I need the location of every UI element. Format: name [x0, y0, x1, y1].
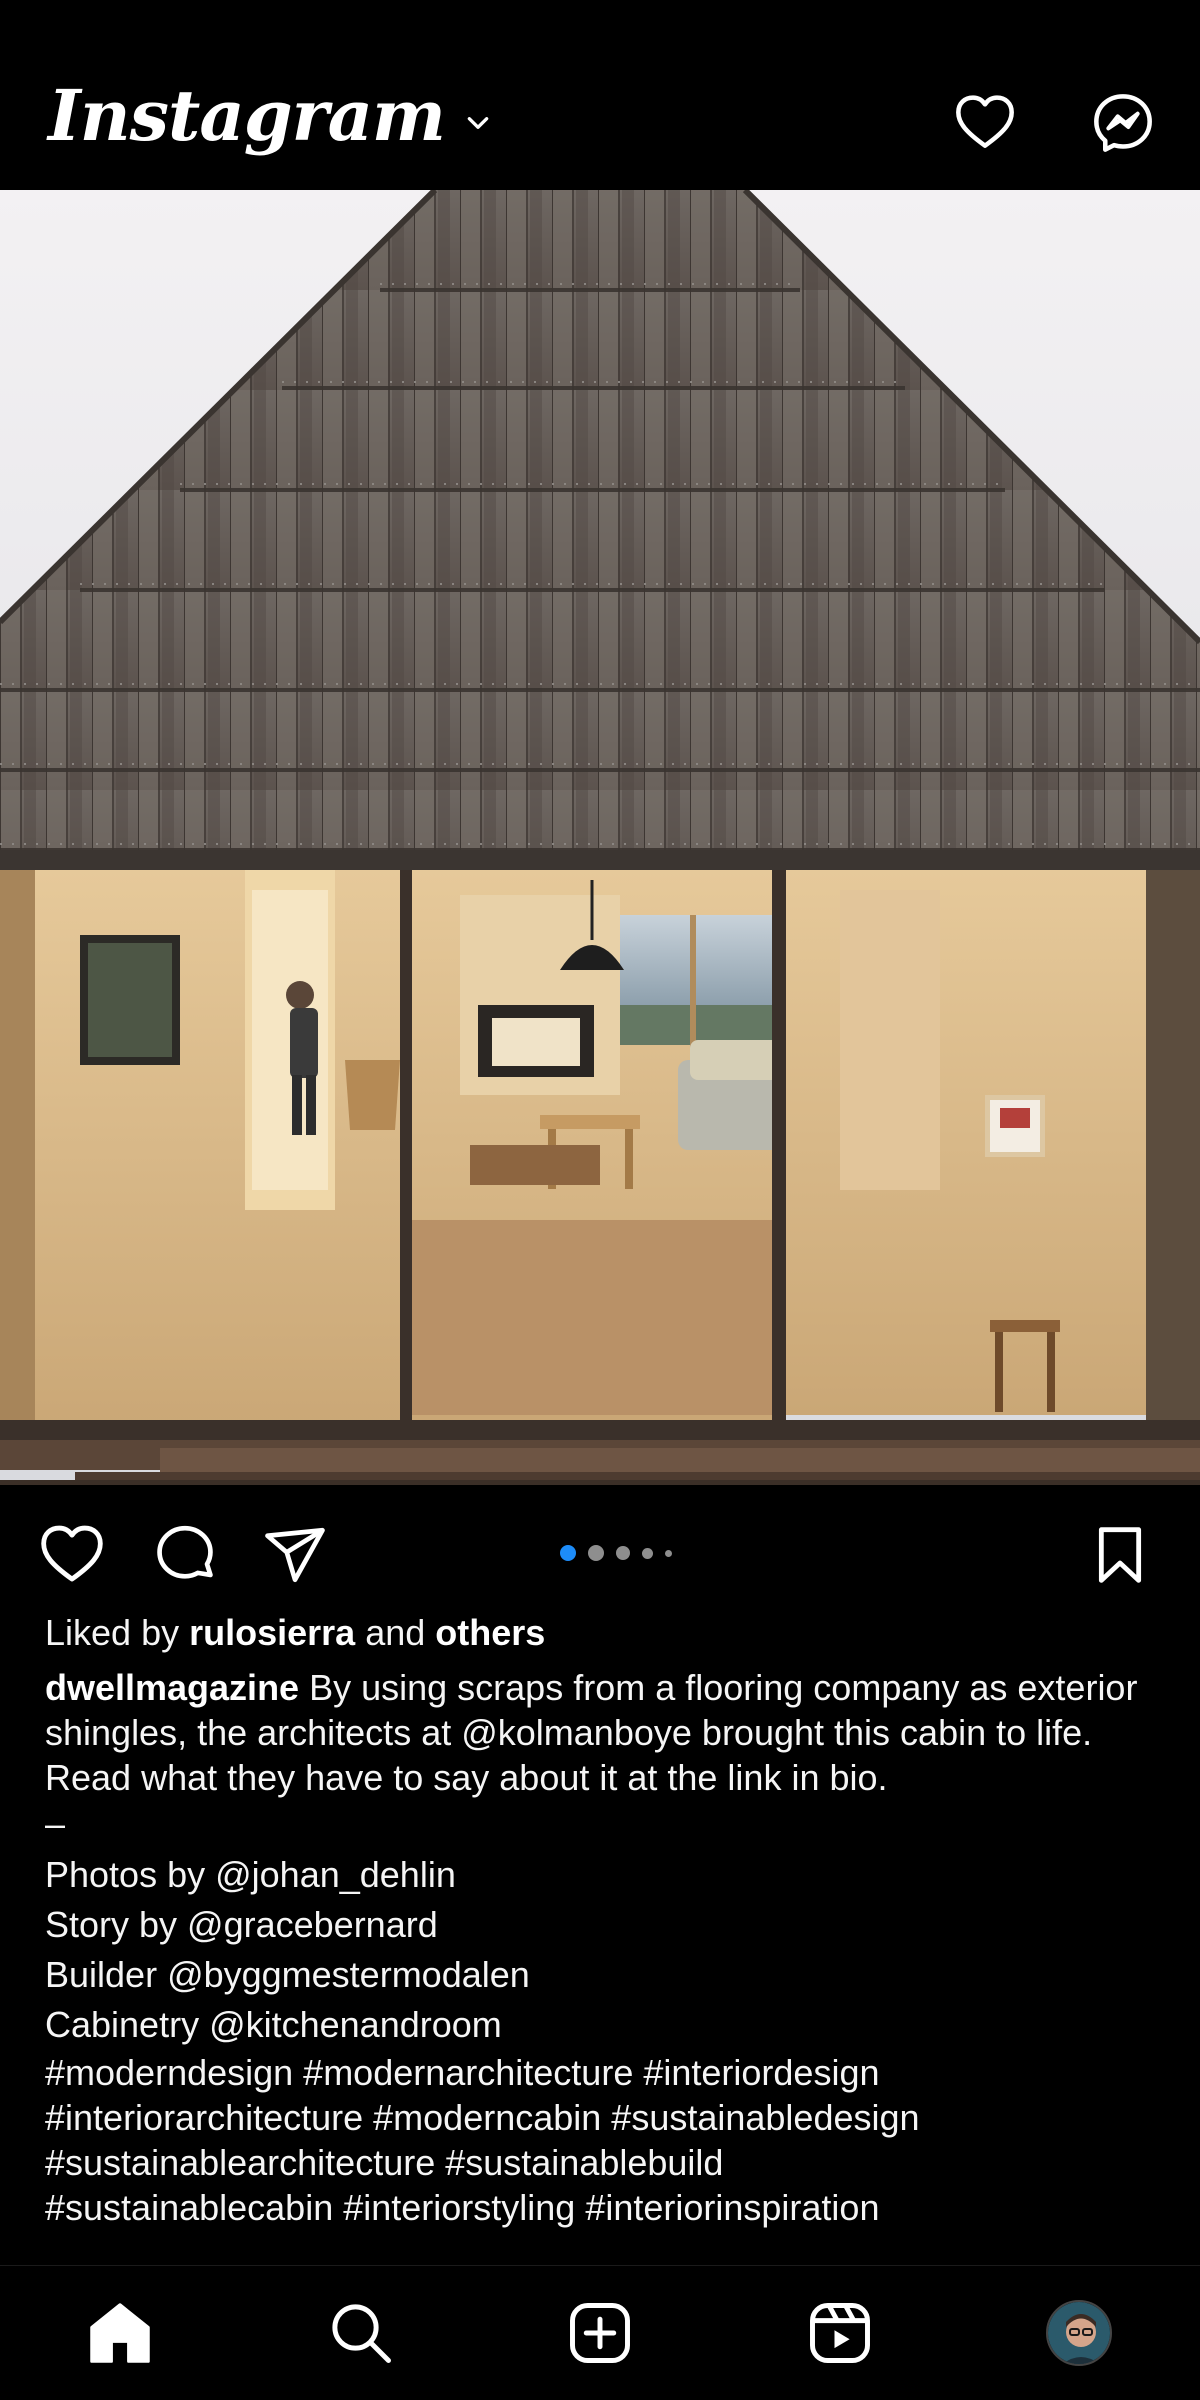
post-actions: [0, 1485, 1200, 1615]
messenger-button[interactable]: [1088, 88, 1158, 158]
save-button[interactable]: [1080, 1515, 1160, 1595]
heart-icon: [956, 95, 1014, 148]
credit-line[interactable]: Cabinetry @kitchenandroom: [45, 2000, 1165, 2050]
carousel-dot: [665, 1549, 672, 1557]
home-icon: [90, 2303, 150, 2363]
instagram-logo: Instagram: [48, 74, 446, 157]
author-username[interactable]: dwellmagazine: [45, 1667, 299, 1708]
create-icon: [570, 2303, 630, 2363]
logo-switcher[interactable]: Instagram: [48, 74, 491, 157]
bookmark-icon: [1098, 1527, 1142, 1583]
cabin-photo-illustration: [0, 190, 1200, 1485]
carousel-indicator: [560, 1545, 672, 1561]
comment-button[interactable]: [145, 1515, 225, 1595]
reels-icon: [810, 2303, 870, 2363]
nav-search[interactable]: [318, 2290, 404, 2376]
caption-credits: Photos by @johan_dehlin Story by @graceb…: [45, 1850, 1165, 2050]
carousel-dot: [560, 1545, 576, 1561]
heart-icon: [41, 1525, 103, 1582]
nav-create[interactable]: [557, 2290, 643, 2376]
caption-hashtags: #moderndesign #modernarchitecture #inter…: [45, 2050, 1165, 2230]
hashtag-line[interactable]: #sustainablearchitecture #sustainablebui…: [45, 2140, 1165, 2185]
liker-username[interactable]: rulosierra: [189, 1612, 355, 1653]
avatar: [1046, 2300, 1112, 2366]
credit-line[interactable]: Story by @gracebernard: [45, 1900, 1165, 1950]
chevron-down-icon: [467, 116, 489, 129]
messenger-icon: [1094, 94, 1152, 152]
nav-profile[interactable]: [1036, 2290, 1122, 2376]
caption-separator: –: [45, 1803, 66, 1844]
bottom-navigation: [0, 2265, 1200, 2400]
like-button[interactable]: [32, 1515, 112, 1595]
post-photo[interactable]: [0, 190, 1200, 1485]
credit-line[interactable]: Builder @byggmestermodalen: [45, 1950, 1165, 2000]
share-button[interactable]: [255, 1515, 335, 1595]
post-caption: Liked by rulosierra and others dwellmaga…: [45, 1610, 1165, 2230]
hashtag-line[interactable]: #interiorarchitecture #moderncabin #sust…: [45, 2095, 1165, 2140]
carousel-dot: [616, 1546, 630, 1560]
likes-summary[interactable]: Liked by rulosierra and others: [45, 1610, 1165, 1655]
nav-home[interactable]: [77, 2290, 163, 2376]
hashtag-line[interactable]: #moderndesign #modernarchitecture #inter…: [45, 2050, 1165, 2095]
app-header: Instagram: [0, 0, 1200, 190]
paper-plane-icon: [265, 1527, 325, 1583]
comment-icon: [157, 1525, 213, 1579]
mention-link[interactable]: @kolmanboye: [461, 1712, 692, 1753]
carousel-dot: [588, 1545, 604, 1561]
profile-avatar: [1048, 2302, 1110, 2364]
likes-others[interactable]: others: [435, 1612, 545, 1653]
carousel-dot: [642, 1547, 653, 1559]
nav-reels[interactable]: [797, 2290, 883, 2376]
caption-text: dwellmagazine By using scraps from a flo…: [45, 1667, 1138, 1798]
hashtag-line[interactable]: #sustainablecabin #interiorstyling #inte…: [45, 2185, 1165, 2230]
credit-line[interactable]: Photos by @johan_dehlin: [45, 1850, 1165, 1900]
search-icon: [332, 2304, 391, 2363]
activity-button[interactable]: [950, 88, 1020, 158]
